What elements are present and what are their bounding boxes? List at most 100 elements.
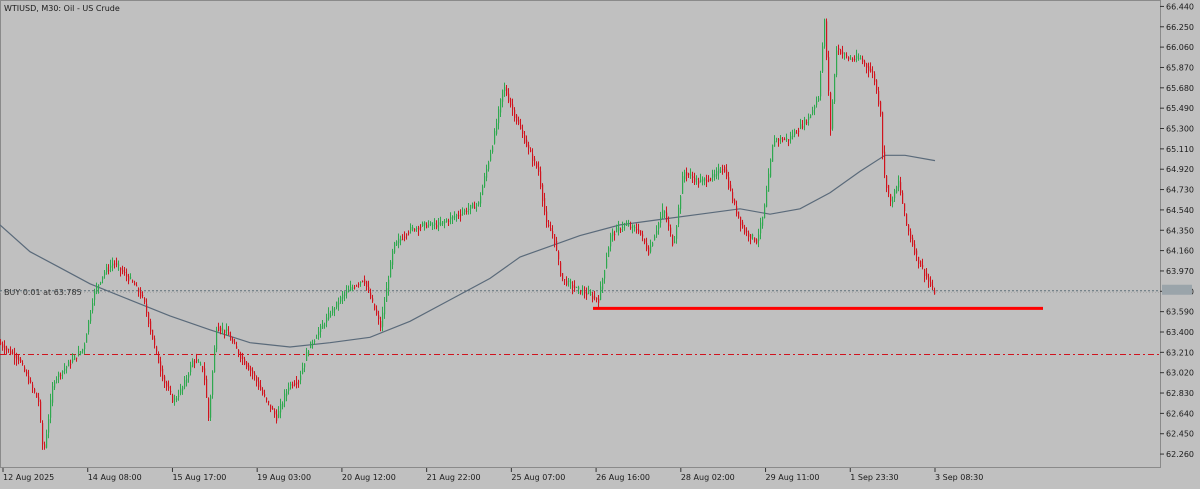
candle-body	[528, 144, 530, 149]
candle-body	[372, 298, 374, 302]
candle-body	[64, 368, 66, 371]
candle-body	[228, 332, 230, 336]
x-tick-label: 28 Aug 02:00	[681, 473, 735, 482]
candle-body	[40, 401, 42, 421]
candle-body	[736, 206, 738, 214]
candle-body	[66, 366, 68, 369]
candle-body	[926, 273, 928, 278]
candle-body	[294, 383, 296, 385]
y-tick-label: 63.590	[1166, 308, 1194, 317]
candle-body	[412, 227, 414, 230]
candle-body	[348, 289, 350, 293]
candle-body	[534, 158, 536, 161]
candle-body	[292, 384, 294, 387]
candle-body	[300, 375, 302, 381]
candle-body	[416, 228, 418, 230]
trade-label: BUY 0.01 at 63.785	[4, 288, 82, 297]
candle-body	[420, 226, 422, 228]
candle-body	[572, 284, 574, 288]
y-tick-label: 64.160	[1166, 247, 1194, 256]
candle-body	[904, 203, 906, 211]
y-tick-label: 63.400	[1166, 328, 1194, 337]
candle-body	[226, 328, 228, 331]
candle-body	[616, 227, 618, 233]
candle-body	[48, 419, 50, 433]
candle-body	[764, 204, 766, 219]
candle-body	[176, 398, 178, 400]
candle-body	[482, 186, 484, 195]
candle-body	[618, 226, 620, 231]
candle-body	[32, 384, 34, 389]
candle-body	[156, 346, 158, 352]
candle-body	[692, 176, 694, 178]
candle-body	[272, 407, 274, 410]
candle-body	[706, 179, 708, 183]
candle-body	[382, 312, 384, 327]
candle-body	[102, 276, 104, 280]
candle-body	[870, 68, 872, 72]
candle-body	[666, 212, 668, 221]
candle-body	[270, 404, 272, 410]
candle-body	[804, 119, 806, 125]
candle-body	[530, 149, 532, 152]
candle-body	[672, 235, 674, 246]
candle-body	[370, 292, 372, 299]
candle-body	[630, 226, 632, 229]
candle-body	[194, 361, 196, 363]
candle-body	[494, 130, 496, 144]
candle-body	[256, 377, 258, 382]
candle-body	[560, 262, 562, 276]
candle-body	[356, 285, 358, 287]
candle-body	[62, 370, 64, 373]
candle-body	[542, 184, 544, 202]
candle-body	[792, 135, 794, 137]
candle-body	[100, 282, 102, 284]
y-tick-label: 62.830	[1166, 389, 1194, 398]
candle-body	[404, 236, 406, 238]
candle-body	[162, 368, 164, 380]
candle-body	[574, 286, 576, 289]
candle-body	[702, 178, 704, 182]
candle-body	[182, 386, 184, 391]
candle-body	[828, 57, 830, 91]
candle-body	[306, 352, 308, 361]
x-tick-label: 1 Sep 23:30	[850, 473, 898, 482]
candle-body	[588, 291, 590, 294]
candle-body	[878, 91, 880, 105]
candle-body	[266, 397, 268, 400]
candle-body	[274, 411, 276, 415]
candle-body	[366, 281, 368, 287]
candle-body	[474, 206, 476, 209]
candle-body	[722, 169, 724, 171]
x-tick-label: 19 Aug 03:00	[257, 473, 311, 482]
candle-body	[46, 434, 48, 448]
candle-body	[898, 180, 900, 188]
candle-body	[180, 388, 182, 394]
candle-body	[178, 395, 180, 397]
chart-area[interactable]: 66.440 66.250 66.060 65.870 65.680 65.490 65.3…	[0, 0, 1200, 485]
candle-body	[358, 284, 360, 286]
candle-body	[554, 234, 556, 244]
candle-body	[202, 366, 204, 371]
candle-body	[196, 359, 198, 361]
candle-body	[928, 277, 930, 282]
candle-body	[640, 230, 642, 235]
candle-body	[502, 89, 504, 102]
candle-body	[164, 376, 166, 384]
candle-body	[258, 381, 260, 388]
candle-body	[822, 46, 824, 72]
price-chart[interactable]: 66.440 66.250 66.060 65.870 65.680 65.490 65.3…	[0, 0, 1200, 485]
candle-body	[776, 138, 778, 140]
candle-body	[350, 287, 352, 291]
candle-body	[512, 104, 514, 110]
candle-body	[562, 273, 564, 280]
candle-body	[696, 178, 698, 180]
candle-body	[280, 404, 282, 413]
candle-body	[386, 288, 388, 302]
candle-body	[8, 349, 10, 351]
candle-body	[664, 211, 666, 213]
candle-body	[768, 173, 770, 192]
candle-body	[516, 114, 518, 122]
candle-body	[490, 153, 492, 161]
candle-body	[884, 151, 886, 175]
